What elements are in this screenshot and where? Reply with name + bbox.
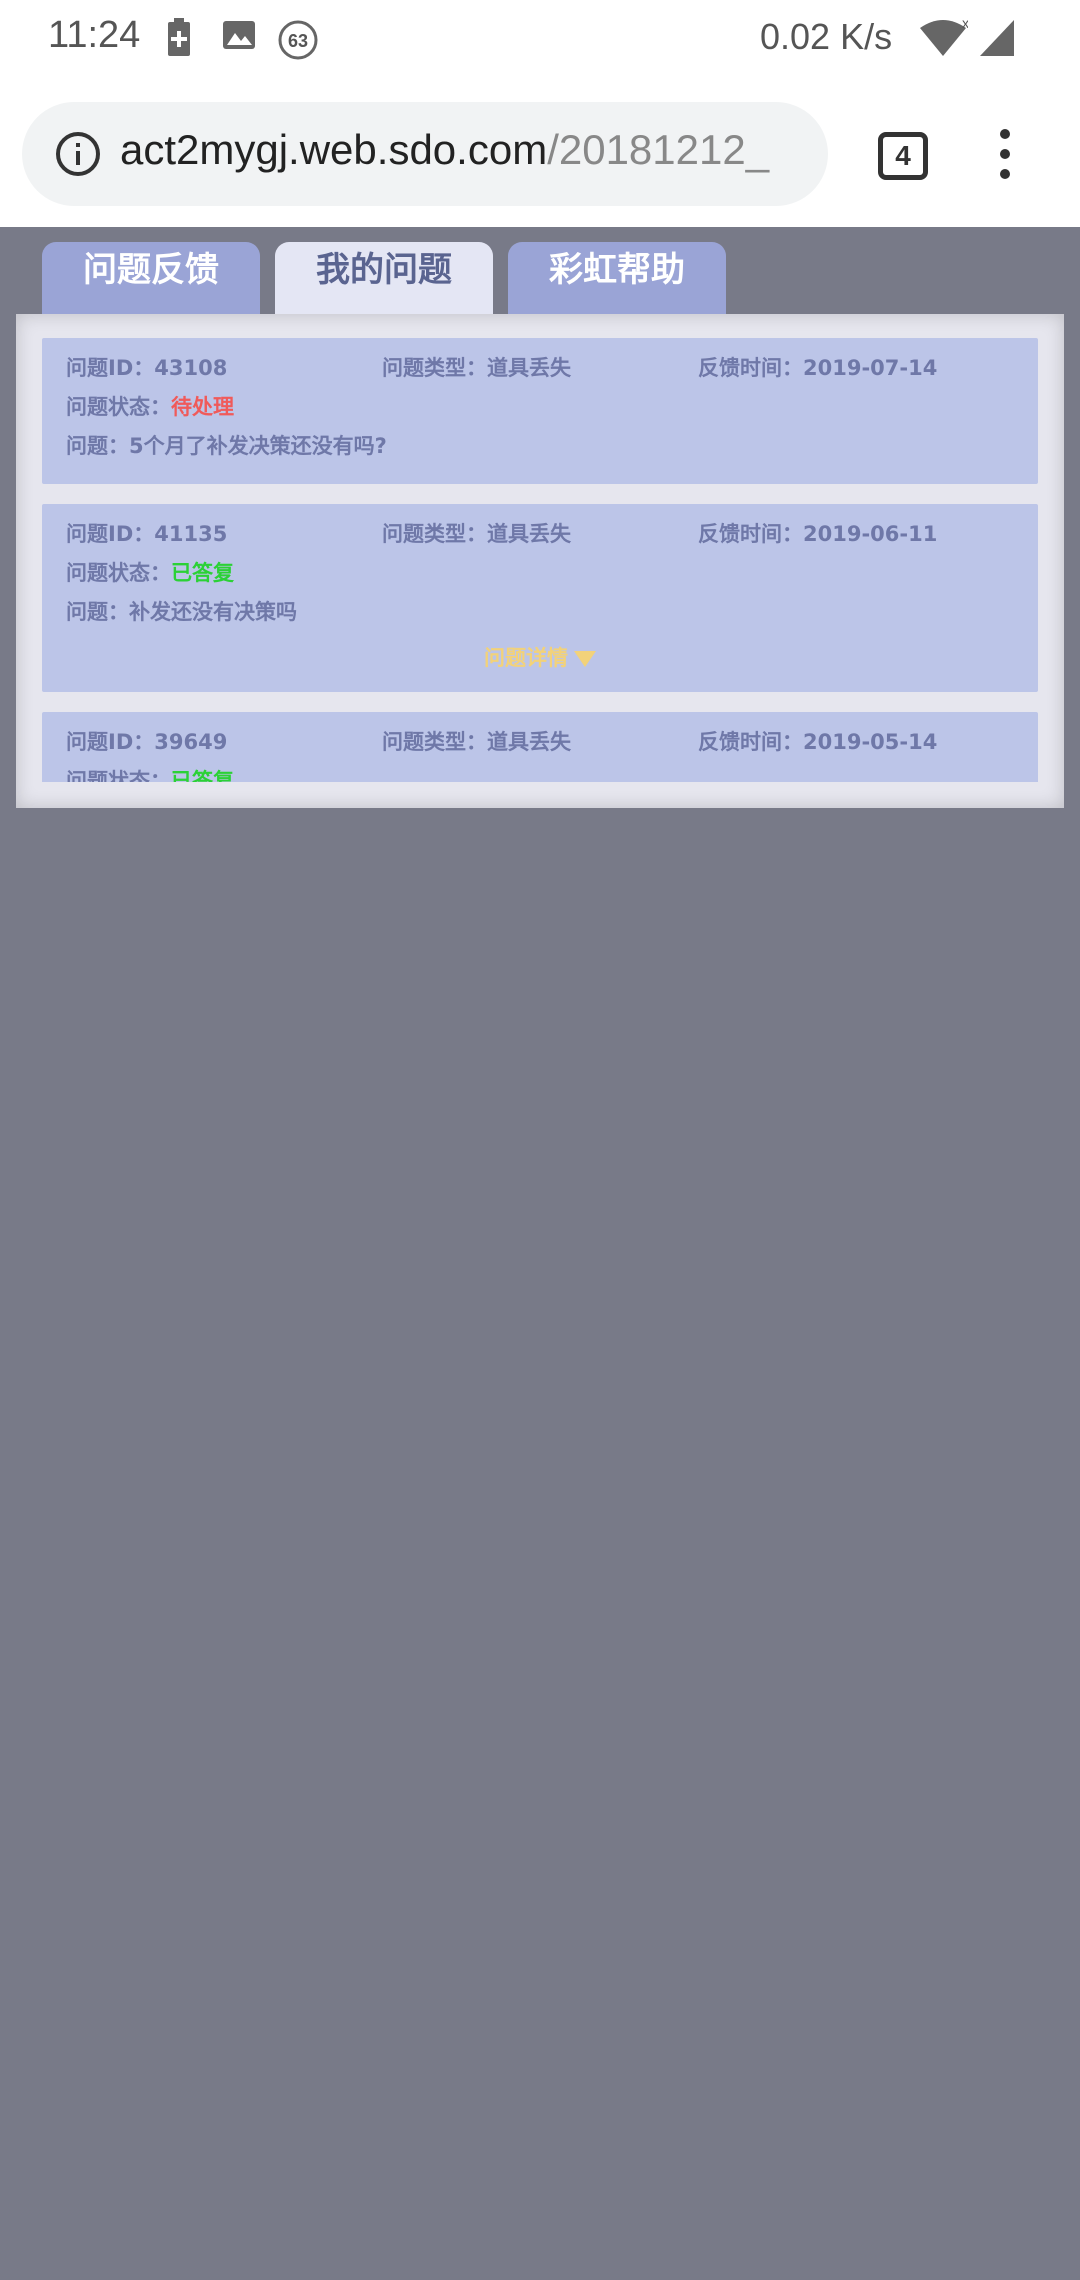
issue-status-label: 问题状态： (66, 395, 171, 419)
issue-id: 问题ID：39649 (66, 730, 228, 754)
issue-status: 问题状态：已答复 (66, 557, 234, 587)
issue-status: 问题状态：待处理 (66, 391, 234, 421)
image-icon (222, 18, 256, 56)
url-host: act2mygj.web.sdo.com (120, 126, 548, 173)
issues-panel: 问题ID：43108 问题类型：道具丢失 反馈时间：2019-07-14 问题状… (16, 314, 1064, 808)
issue-status: 问题状态：已答复 (66, 765, 234, 782)
overflow-menu-icon[interactable] (990, 124, 1020, 184)
issue-card: 问题ID：39649 问题类型：道具丢失 反馈时间：2019-05-14 问题状… (42, 712, 1038, 782)
issue-id: 问题ID：41135 (66, 522, 228, 546)
counter-value: 63 (288, 31, 308, 51)
issue-type: 问题类型：道具丢失 (382, 522, 571, 546)
wifi-icon: x (918, 15, 969, 62)
status-bar: 11:24 63 0.02 K/s x (0, 0, 1080, 80)
network-speed: 0.02 K/s (760, 16, 893, 57)
issue-time: 反馈时间：2019-06-11 (698, 522, 938, 546)
issue-status-value: 待处理 (171, 395, 234, 419)
issue-time: 反馈时间：2019-05-14 (698, 730, 938, 754)
issue-id: 问题ID：43108 (66, 356, 228, 380)
issues-list[interactable]: 问题ID：43108 问题类型：道具丢失 反馈时间：2019-07-14 问题状… (42, 338, 1038, 782)
url-bar[interactable]: act2mygj.web.sdo.com/20181212_ (22, 102, 828, 206)
status-time: 11:24 (48, 14, 141, 56)
info-icon[interactable] (54, 130, 102, 182)
url-path: /20181212_ (547, 126, 770, 173)
issue-status-value: 已答复 (171, 561, 234, 585)
tab-my-issues[interactable]: 我的问题 (275, 242, 493, 314)
tab-feedback[interactable]: 问题反馈 (42, 242, 260, 314)
issue-status-value: 已答复 (171, 769, 234, 782)
issue-time: 反馈时间：2019-07-14 (698, 356, 938, 380)
issue-type: 问题类型：道具丢失 (382, 730, 571, 754)
issue-type: 问题类型：道具丢失 (382, 356, 571, 380)
browser-toolbar: act2mygj.web.sdo.com/20181212_ 4 (0, 80, 1080, 227)
issue-status-label: 问题状态： (66, 561, 171, 585)
issue-card: 问题ID：43108 问题类型：道具丢失 反馈时间：2019-07-14 问题状… (42, 338, 1038, 484)
url-text[interactable]: act2mygj.web.sdo.com/20181212_ (120, 126, 820, 174)
signal-icon (978, 18, 1018, 62)
issue-question: 问题：补发还没有决策吗 (66, 600, 297, 624)
issue-status-label: 问题状态： (66, 769, 171, 782)
battery-charging-icon (166, 18, 192, 62)
issue-detail-toggle[interactable]: 问题详情 (42, 642, 1038, 672)
issue-question: 问题：5个月了补发决策还没有吗? (66, 434, 387, 458)
issue-card: 问题ID：41135 问题类型：道具丢失 反馈时间：2019-06-11 问题状… (42, 504, 1038, 692)
caret-down-icon (574, 651, 596, 667)
svg-text:x: x (962, 18, 968, 31)
tab-switcher-button[interactable]: 4 (878, 132, 928, 180)
issue-detail-label: 问题详情 (484, 646, 568, 670)
tab-rainbow-help[interactable]: 彩虹帮助 (508, 242, 726, 314)
counter-icon: 63 (276, 18, 320, 66)
